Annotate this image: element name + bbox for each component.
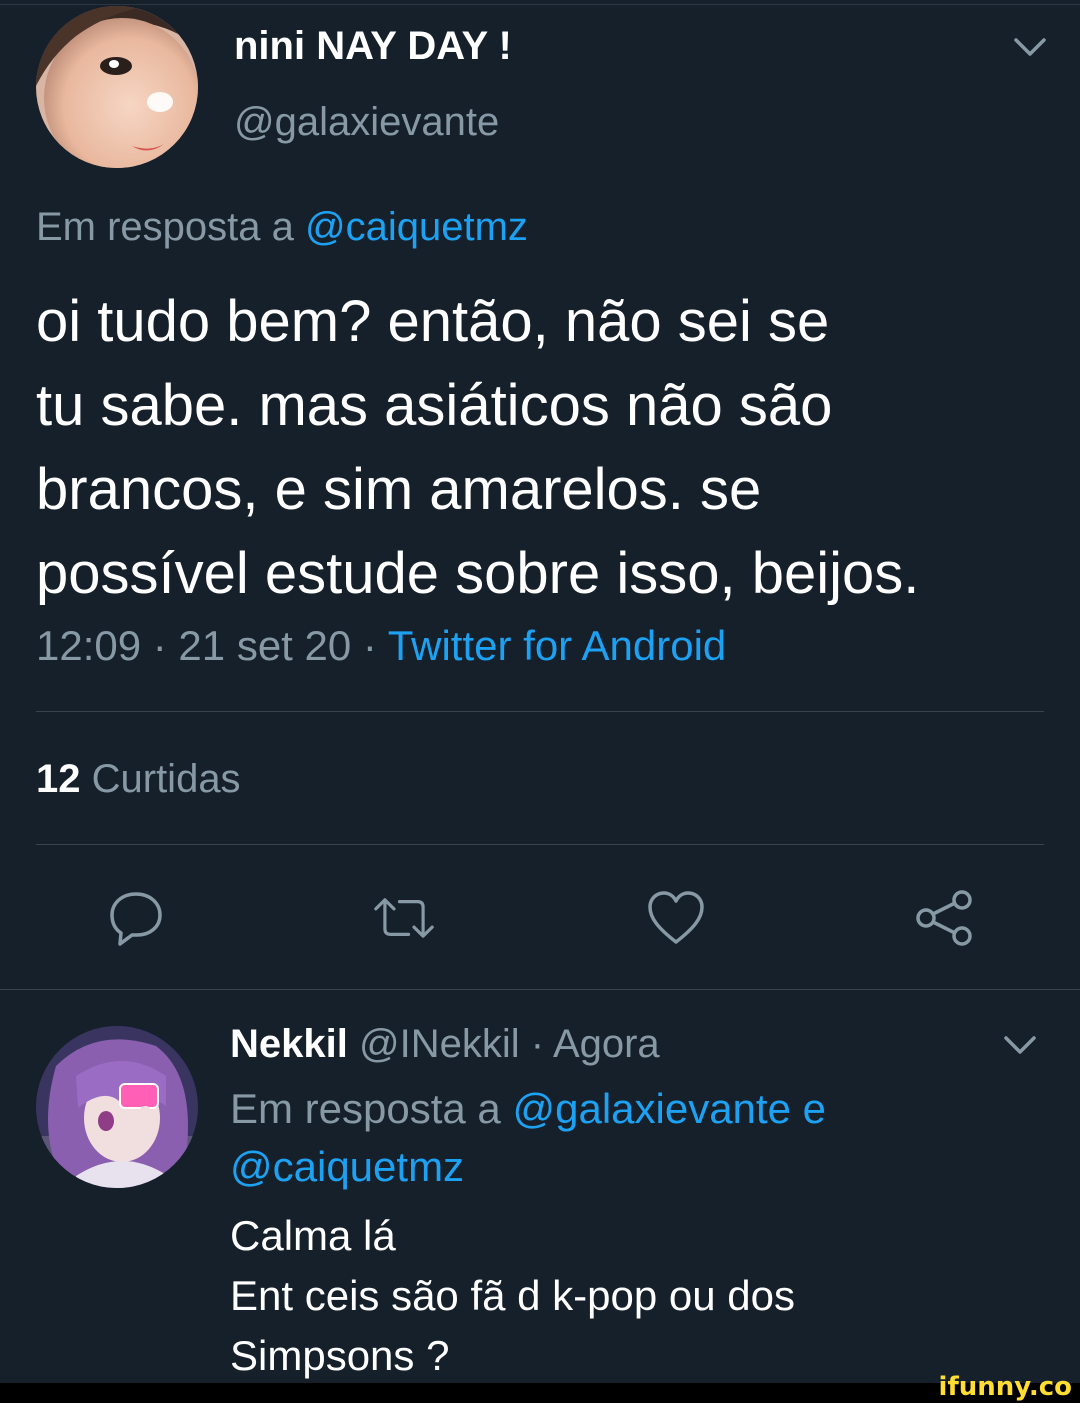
bottom-bar: [0, 1383, 1080, 1403]
retweet-icon[interactable]: [374, 888, 434, 948]
likes-count[interactable]: 12 Curtidas: [36, 757, 241, 802]
reply-text: Calma lá Ent ceis são fã d k-pop ou dos …: [230, 1206, 990, 1386]
avatar[interactable]: [36, 6, 198, 168]
reply-display-name[interactable]: Nekkil: [230, 1022, 348, 1066]
source-link[interactable]: Twitter for Android: [388, 622, 726, 669]
reply-icon[interactable]: [106, 888, 166, 948]
tweet-text: oi tudo bem? então, não sei se tu sabe. …: [36, 280, 1046, 616]
likes-number: 12: [36, 757, 81, 801]
mention-link[interactable]: @caiquetmz: [230, 1143, 464, 1190]
reply-text-line: Simpsons ?: [230, 1332, 450, 1379]
user-handle[interactable]: @galaxievante: [234, 100, 499, 145]
tweet-metadata: 12:09 · 21 set 20 · Twitter for Android: [36, 622, 726, 670]
reply-context: Em resposta a @caiquetmz: [36, 205, 528, 250]
reply-handle-time[interactable]: @INekkil · Agora: [348, 1022, 660, 1066]
watermark: ifunny.co: [938, 1372, 1072, 1402]
tweet-text-line: tu sabe. mas asiáticos não são: [36, 373, 833, 438]
reply-text-line: Ent ceis são fã d k-pop ou dos: [230, 1272, 796, 1319]
top-border: [0, 4, 1080, 5]
divider: [0, 989, 1080, 990]
divider: [36, 844, 1044, 845]
reply-context: Em resposta a @galaxievante e @caiquetmz: [230, 1080, 930, 1196]
reply-header: Nekkil @INekkil · Agora: [230, 1022, 660, 1067]
divider: [36, 711, 1044, 712]
tweet-text-line: oi tudo bem? então, não sei se: [36, 289, 830, 354]
display-name[interactable]: nini NAY DAY !: [234, 24, 512, 69]
chevron-down-icon[interactable]: [1010, 32, 1050, 62]
reply-to-label: Em resposta a: [230, 1085, 513, 1132]
chevron-down-icon[interactable]: [1000, 1030, 1040, 1060]
reply-avatar[interactable]: [36, 1026, 198, 1188]
reply-text-line: Calma lá: [230, 1212, 396, 1259]
timestamp[interactable]: 12:09 · 21 set 20 ·: [36, 622, 388, 669]
tweet-text-line: brancos, e sim amarelos. se: [36, 457, 762, 522]
heart-icon[interactable]: [646, 888, 706, 948]
tweet-text-line: possível estude sobre isso, beijos.: [36, 541, 920, 606]
mention-link[interactable]: @galaxievante e: [512, 1085, 826, 1132]
reply-to-label: Em resposta a: [36, 205, 306, 249]
likes-label: Curtidas: [80, 757, 241, 801]
share-icon[interactable]: [914, 888, 974, 948]
mention-link[interactable]: @caiquetmz: [305, 205, 528, 249]
